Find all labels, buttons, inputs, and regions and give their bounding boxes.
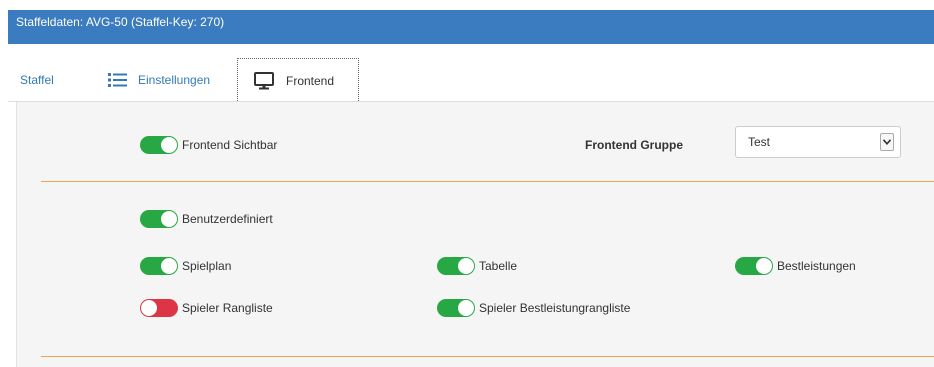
frontend-visible-label: Frontend Sichtbar <box>182 138 278 152</box>
section-divider <box>41 181 934 182</box>
frontend-visible-row: Frontend Sichtbar <box>140 136 277 154</box>
custom-label: Benutzerdefiniert <box>182 212 273 226</box>
tab-einstellungen[interactable]: Einstellungen <box>108 58 210 102</box>
bestleistungrangliste-label: Spieler Bestleistungrangliste <box>479 301 631 315</box>
tabelle-row: Tabelle <box>437 257 517 275</box>
bestleistungen-row: Bestleistungen <box>735 257 856 275</box>
tab-frontend[interactable]: Frontend <box>237 58 359 103</box>
custom-row: Benutzerdefiniert <box>140 210 273 228</box>
tab-label: Einstellungen <box>138 73 211 87</box>
bestleistungrangliste-row: Spieler Bestleistungrangliste <box>437 299 630 317</box>
list-icon <box>108 72 128 88</box>
frontend-group-value: Test <box>748 135 771 149</box>
custom-toggle[interactable] <box>140 210 178 228</box>
tab-bar: Staffel Einstellungen Frontend <box>8 58 934 103</box>
tab-label: Staffel <box>20 73 54 87</box>
frontend-visible-toggle[interactable] <box>140 136 178 154</box>
spielplan-row: Spielplan <box>140 257 231 275</box>
bestleistungen-toggle[interactable] <box>735 257 773 275</box>
rangliste-label: Spieler Rangliste <box>182 301 273 315</box>
tabelle-label: Tabelle <box>479 259 518 273</box>
monitor-icon <box>254 72 274 90</box>
page-title: Staffeldaten: AVG-50 (Staffel-Key: 270) <box>16 15 225 29</box>
chevron-down-icon <box>880 133 894 151</box>
frontend-panel: Frontend Sichtbar Frontend Gruppe Test B… <box>16 102 934 367</box>
tabelle-toggle[interactable] <box>437 257 475 275</box>
rangliste-row: Spieler Rangliste <box>140 299 273 317</box>
spielplan-label: Spielplan <box>182 259 232 273</box>
section-divider-bottom <box>41 356 934 357</box>
bestleistungen-label: Bestleistungen <box>777 259 856 273</box>
bestleistungrangliste-toggle[interactable] <box>437 299 475 317</box>
frontend-group-select[interactable]: Test <box>735 126 901 158</box>
rangliste-toggle[interactable] <box>140 299 178 317</box>
tab-label: Frontend <box>286 74 335 88</box>
header-bar: Staffeldaten: AVG-50 (Staffel-Key: 270) <box>8 10 934 44</box>
tab-staffel[interactable]: Staffel <box>20 58 54 102</box>
frontend-group-label: Frontend Gruppe <box>585 138 683 152</box>
spielplan-toggle[interactable] <box>140 257 178 275</box>
